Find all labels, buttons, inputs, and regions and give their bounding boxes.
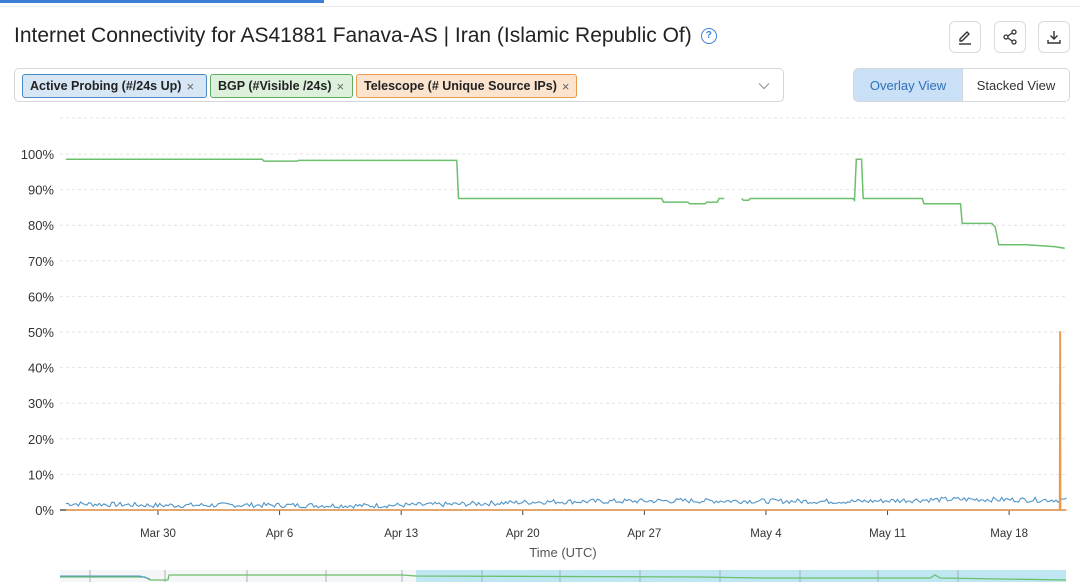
y-tick-label: 20%	[28, 432, 54, 447]
y-tick-label: 70%	[28, 254, 54, 269]
connectivity-chart: 0% 10% 20% 30% 40% 50% 60% 70% 80% 90% 100% Mar 30…	[21, 117, 1067, 582]
x-tick-label: Apr 13	[384, 528, 418, 540]
y-tick-label: 10%	[28, 467, 54, 482]
y-tick-label: 100%	[21, 147, 55, 162]
y-tick-label: 60%	[28, 289, 54, 304]
y-tick-label: 90%	[28, 183, 54, 198]
x-tick-label: May 11	[869, 528, 906, 540]
x-tick-label: May 4	[750, 528, 782, 540]
x-axis: Mar 30 Apr 6 Apr 13 Apr 20 Apr 27 May 4 May 11…	[60, 509, 1066, 540]
x-tick-label: Apr 27	[627, 528, 661, 540]
chart-series	[65, 158, 1067, 511]
y-tick-label: 30%	[28, 396, 54, 411]
y-tick-label: 40%	[28, 361, 54, 376]
active-probing-series-line	[65, 496, 1067, 509]
x-tick-label: Apr 6	[266, 528, 294, 540]
x-tick-label: Apr 20	[506, 528, 540, 540]
x-axis-label: Time (UTC)	[529, 545, 596, 560]
y-tick-label: 80%	[28, 218, 54, 233]
x-tick-label: Mar 30	[140, 528, 176, 540]
chart-grid	[60, 117, 1066, 511]
telescope-series-line	[65, 331, 1067, 511]
bgp-series-line	[741, 158, 1065, 250]
y-tick-label: 50%	[28, 325, 54, 340]
overview-strip[interactable]	[60, 570, 1067, 582]
x-tick-label: May 18	[990, 528, 1028, 540]
y-tick-label: 0%	[35, 503, 54, 518]
bgp-series-line	[65, 158, 725, 205]
y-axis: 0% 10% 20% 30% 40% 50% 60% 70% 80% 90% 100%	[21, 147, 55, 518]
